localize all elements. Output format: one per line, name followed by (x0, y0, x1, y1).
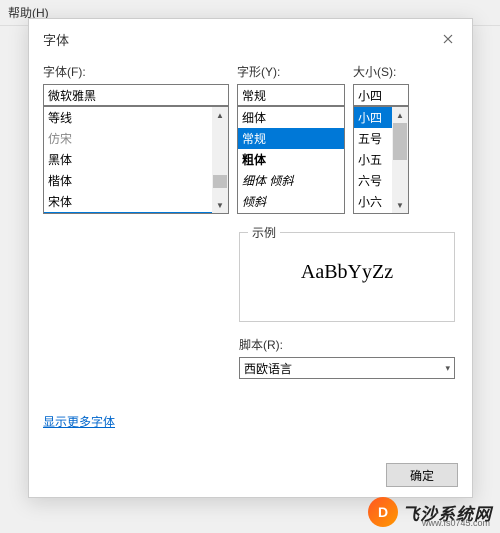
ok-button[interactable]: 确定 (386, 463, 458, 487)
scrollbar[interactable]: ▲ ▼ (392, 107, 408, 213)
list-item[interactable]: 常规 (238, 128, 344, 149)
top-row: 字体(F): 等线 仿宋 黑体 楷体 宋体 微软雅黑 新宋体 ▲ (43, 63, 458, 214)
list-item[interactable]: 粗体 (238, 149, 344, 170)
preview-group: 示例 AaBbYyZz (239, 232, 455, 322)
style-listbox[interactable]: 细体 常规 粗体 细体 倾斜 倾斜 粗偏斜体 (237, 106, 345, 214)
scroll-thumb[interactable] (393, 123, 407, 160)
dialog-title: 字体 (43, 30, 69, 49)
watermark-brand: 飞沙系统网 (402, 500, 492, 525)
list-item[interactable]: 细体 (238, 107, 344, 128)
title-bar: 字体 (29, 19, 472, 59)
size-label: 大小(S): (353, 63, 409, 80)
script-select[interactable]: 西欧语言 ▾ (239, 357, 455, 379)
list-item[interactable]: 倾斜 (238, 191, 344, 212)
list-item[interactable]: 等线 (44, 107, 228, 128)
style-column: 字形(Y): 细体 常规 粗体 细体 倾斜 倾斜 粗偏斜体 (237, 63, 345, 214)
list-item[interactable]: 粗偏斜体 (238, 212, 344, 213)
watermark-url: www.fs0745.com (422, 518, 490, 528)
font-dialog: 字体 字体(F): 等线 仿宋 黑体 楷体 宋体 微软雅黑 新宋体 (28, 18, 473, 498)
font-label: 字体(F): (43, 63, 229, 80)
script-section: 脚本(R): 西欧语言 ▾ (239, 336, 455, 379)
scroll-track[interactable] (392, 123, 408, 197)
list-item[interactable]: 细体 倾斜 (238, 170, 344, 191)
preview-label: 示例 (248, 224, 280, 241)
more-fonts-link[interactable]: 显示更多字体 (43, 413, 115, 430)
list-item[interactable]: 黑体 (44, 149, 228, 170)
button-row: 确定 (386, 463, 458, 487)
close-icon (443, 34, 453, 44)
list-item[interactable]: 仿宋 (44, 128, 228, 149)
list-item[interactable]: 楷体 (44, 170, 228, 191)
list-item[interactable]: 微软雅黑 (44, 212, 228, 213)
dialog-content: 字体(F): 等线 仿宋 黑体 楷体 宋体 微软雅黑 新宋体 ▲ (29, 59, 472, 441)
scrollbar[interactable]: ▲ ▼ (212, 107, 228, 213)
font-input[interactable] (43, 84, 229, 106)
list-item[interactable]: 七号 (354, 212, 392, 213)
list-item[interactable]: 小六 (354, 191, 392, 212)
style-label: 字形(Y): (237, 63, 345, 80)
scroll-thumb[interactable] (213, 175, 227, 188)
watermark: D 飞沙系统网 www.fs0745.com (368, 497, 492, 527)
scroll-down-icon[interactable]: ▼ (212, 197, 228, 213)
size-input[interactable] (353, 84, 409, 106)
scroll-up-icon[interactable]: ▲ (392, 107, 408, 123)
list-item[interactable]: 小五 (354, 149, 392, 170)
size-column: 大小(S): 小四 五号 小五 六号 小六 七号 八号 ▲ (353, 63, 409, 214)
preview-text: AaBbYyZz (250, 261, 444, 284)
scroll-up-icon[interactable]: ▲ (212, 107, 228, 123)
list-item[interactable]: 小四 (354, 107, 392, 128)
list-item[interactable]: 五号 (354, 128, 392, 149)
style-input[interactable] (237, 84, 345, 106)
chevron-down-icon: ▾ (445, 363, 450, 374)
scroll-track[interactable] (212, 123, 228, 197)
list-item[interactable]: 六号 (354, 170, 392, 191)
close-button[interactable] (432, 27, 464, 51)
watermark-icon: D (368, 497, 398, 527)
scroll-down-icon[interactable]: ▼ (392, 197, 408, 213)
list-item[interactable]: 宋体 (44, 191, 228, 212)
font-column: 字体(F): 等线 仿宋 黑体 楷体 宋体 微软雅黑 新宋体 ▲ (43, 63, 229, 214)
script-label: 脚本(R): (239, 336, 455, 353)
size-listbox[interactable]: 小四 五号 小五 六号 小六 七号 八号 ▲ ▼ (353, 106, 409, 214)
script-value: 西欧语言 (244, 360, 292, 377)
font-listbox[interactable]: 等线 仿宋 黑体 楷体 宋体 微软雅黑 新宋体 ▲ ▼ (43, 106, 229, 214)
